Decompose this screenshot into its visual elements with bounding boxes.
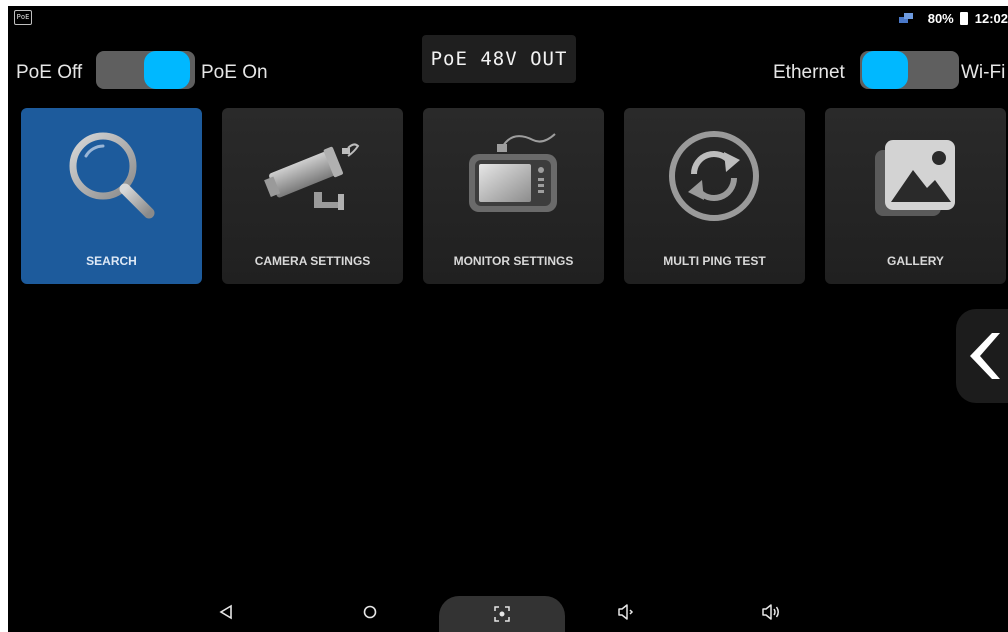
volume-up-icon: [762, 604, 779, 620]
volume-down-icon: [618, 604, 634, 620]
photo-gallery-icon: [875, 140, 955, 216]
poe-output-readout: PoE 48V OUT: [422, 35, 576, 83]
tile-multi-ping-test-label: MULTI PING TEST: [663, 254, 766, 268]
back-icon: [219, 604, 232, 620]
ethernet-label: Ethernet: [773, 62, 845, 83]
poe-off-label: PoE Off: [16, 62, 83, 83]
tester-device-icon: [469, 133, 557, 212]
network-toggle-knob[interactable]: [862, 51, 908, 89]
battery-percent: 80%: [927, 10, 954, 26]
nav-screenshot-button[interactable]: [439, 596, 565, 632]
tile-monitor-settings-label: MONITOR SETTINGS: [453, 254, 574, 268]
poe-toggle[interactable]: [96, 51, 195, 89]
tile-search[interactable]: SEARCH: [21, 108, 202, 284]
tile-gallery-label: GALLERY: [887, 254, 944, 268]
nav-home-button[interactable]: [352, 592, 388, 632]
tile-monitor-settings[interactable]: MONITOR SETTINGS: [423, 108, 604, 284]
system-nav-bar: [8, 592, 1008, 632]
cctv-camera-icon: [264, 143, 360, 210]
status-bar: PoE 80% 12:02: [8, 6, 1008, 30]
poe-toggle-knob[interactable]: [144, 51, 190, 89]
nav-volume-up-button[interactable]: [753, 592, 789, 632]
side-panel-toggle[interactable]: [956, 309, 1008, 403]
tile-gallery[interactable]: GALLERY: [825, 108, 1006, 284]
status-indicators: 80% 12:02: [898, 9, 1008, 27]
tile-camera-settings[interactable]: CAMERA SETTINGS: [222, 108, 403, 284]
poe-on-label: PoE On: [201, 62, 268, 83]
tile-search-label: SEARCH: [86, 254, 137, 268]
device-screen: PoE 80% 12:02 PoE Off PoE On PoE 48V OUT…: [8, 6, 1008, 632]
tile-camera-settings-label: CAMERA SETTINGS: [254, 254, 371, 268]
nav-volume-down-button[interactable]: [608, 592, 644, 632]
poe-app-badge-icon: PoE: [14, 10, 32, 25]
battery-icon: [959, 11, 968, 25]
wifi-label: Wi-Fi: [961, 62, 1006, 83]
tile-multi-ping-test[interactable]: MULTI PING TEST: [624, 108, 805, 284]
refresh-cycle-icon: [669, 131, 759, 221]
home-icon: [363, 605, 377, 619]
chevron-left-icon: [970, 333, 1000, 379]
magnifier-icon: [69, 132, 155, 219]
network-toggle[interactable]: [860, 51, 959, 89]
ethernet-status-icon: [898, 13, 913, 23]
nav-back-button[interactable]: [208, 592, 244, 632]
clock: 12:02: [974, 10, 1008, 26]
screenshot-icon: [494, 606, 510, 622]
